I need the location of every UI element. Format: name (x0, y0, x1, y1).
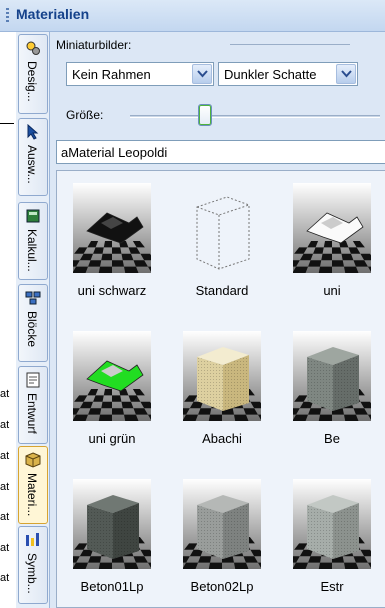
tab-label: Desig... (25, 61, 39, 102)
material-preview (293, 183, 371, 273)
material-box-icon (25, 452, 41, 468)
tab-symbols[interactable]: Symb... (18, 526, 48, 604)
tab-label: Symb... (25, 553, 39, 594)
material-tile[interactable]: Beton01Lp (57, 471, 167, 607)
material-preview (183, 479, 261, 569)
group-separator (230, 44, 350, 45)
material-name: uni schwarz (77, 283, 147, 298)
material-tile[interactable]: uni (277, 175, 385, 323)
frame-select-dropdown-button[interactable] (192, 64, 212, 84)
panel-title: Materialien (16, 6, 90, 22)
material-grid[interactable]: uni schwarz Standard uni uni grün Abachi Be Be… (56, 170, 385, 608)
thumbnails-label: Miniaturbilder: (56, 38, 132, 52)
material-name: Be (324, 431, 340, 446)
material-name: uni (323, 283, 341, 298)
material-tile[interactable]: uni grün (57, 323, 167, 471)
select-cursor-icon (27, 124, 39, 140)
size-slider-track[interactable] (130, 115, 380, 118)
vertical-tab-strip: Desig... Ausw... Kalkul... Blöcke Entwur… (16, 32, 50, 608)
tab-draft[interactable]: Entwurf (18, 366, 48, 444)
calculator-icon (26, 209, 40, 223)
shadow-select[interactable]: Dunkler Schatte (218, 62, 358, 86)
design-icon (26, 41, 40, 55)
canvas-text-fragment: at (0, 450, 10, 462)
selected-material-field[interactable]: aMaterial Leopoldi (56, 140, 385, 164)
size-label: Größe: (66, 108, 104, 122)
material-preview (293, 479, 371, 569)
frame-select[interactable]: Kein Rahmen (66, 62, 214, 86)
material-preview (183, 183, 261, 273)
material-name: Beton01Lp (80, 579, 144, 594)
material-tile[interactable]: uni schwarz (57, 175, 167, 323)
material-tile[interactable]: Estr (277, 471, 385, 607)
chevron-down-icon (197, 70, 208, 78)
material-preview (293, 331, 371, 421)
materials-panel: Miniaturbilder: Kein Rahmen Dunkler Scha… (50, 32, 385, 608)
canvas-text-fragment: at (0, 511, 10, 523)
canvas-text-fragment: at (0, 542, 10, 554)
tab-materials[interactable]: Materi... (18, 446, 48, 524)
material-name: Beton02Lp (190, 579, 254, 594)
tab-label: Materi... (25, 473, 39, 517)
canvas-text-fragment: at (0, 481, 10, 493)
canvas-line (0, 123, 14, 124)
draft-icon (26, 372, 40, 388)
blocks-icon (25, 291, 41, 305)
material-tile[interactable]: Be (277, 323, 385, 471)
tab-label: Ausw... (25, 145, 39, 184)
canvas-text-fragment: at (0, 572, 10, 584)
tab-selection[interactable]: Ausw... (18, 118, 48, 196)
selected-material-name: aMaterial Leopoldi (61, 145, 168, 160)
chevron-down-icon (341, 70, 352, 78)
material-tile[interactable]: Abachi (167, 323, 277, 471)
panel-titlebar[interactable]: Materialien (0, 0, 385, 32)
material-name: Estr (320, 579, 344, 594)
shadow-select-value: Dunkler Schatte (224, 67, 317, 82)
symbols-icon (26, 533, 39, 546)
drag-grip-icon[interactable] (6, 8, 9, 24)
frame-select-value: Kein Rahmen (72, 67, 151, 82)
size-slider-thumb[interactable] (197, 104, 212, 126)
material-name: Abachi (202, 431, 242, 446)
tab-label: Entwurf (25, 393, 39, 434)
material-preview (73, 331, 151, 421)
material-tile[interactable]: Standard (167, 175, 277, 323)
tab-blocks[interactable]: Blöcke (18, 284, 48, 362)
material-name: uni grün (88, 431, 136, 446)
tab-design[interactable]: Desig... (18, 34, 48, 114)
canvas-text-fragment: at (0, 419, 10, 431)
shadow-select-dropdown-button[interactable] (336, 64, 356, 84)
canvas-text-fragment: at (0, 388, 10, 400)
material-preview (73, 183, 151, 273)
tab-label: Blöcke (25, 311, 39, 348)
tab-label: Kalkul... (25, 229, 39, 272)
tab-calculation[interactable]: Kalkul... (18, 202, 48, 280)
material-tile[interactable]: Beton02Lp (167, 471, 277, 607)
material-name: Standard (195, 283, 249, 298)
material-preview (183, 331, 261, 421)
material-preview (73, 479, 151, 569)
